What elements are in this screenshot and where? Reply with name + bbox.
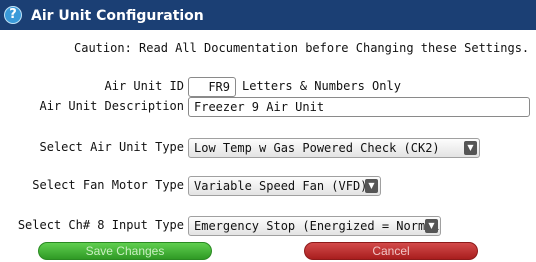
title-bar: ? Air Unit Configuration bbox=[0, 0, 536, 30]
fan-motor-label: Select Fan Motor Type bbox=[32, 178, 184, 192]
chevron-down-icon: ▼ bbox=[464, 141, 477, 155]
ch8-input-label: Select Ch# 8 Input Type bbox=[17, 218, 184, 232]
unit-type-value: Low Temp w Gas Powered Check (CK2) bbox=[194, 141, 440, 155]
help-icon[interactable]: ? bbox=[4, 6, 22, 24]
unit-type-label: Select Air Unit Type bbox=[39, 140, 185, 154]
description-input[interactable]: Freezer 9 Air Unit bbox=[188, 97, 530, 117]
caution-message: Caution: Read All Documentation before C… bbox=[74, 41, 530, 55]
chevron-down-icon: ▼ bbox=[365, 179, 378, 193]
ch8-input-value: Emergency Stop (Energized = Normal) bbox=[194, 219, 441, 233]
save-changes-button[interactable]: Save Changes bbox=[38, 242, 212, 260]
unit-type-select[interactable]: Low Temp w Gas Powered Check (CK2) ▼ bbox=[188, 138, 480, 158]
window-title: Air Unit Configuration bbox=[31, 8, 204, 24]
fan-motor-select[interactable]: Variable Speed Fan (VFD) ▼ bbox=[188, 176, 381, 196]
fan-motor-value: Variable Speed Fan (VFD) bbox=[194, 179, 368, 193]
unit-id-hint: Letters & Numbers Only bbox=[242, 79, 401, 93]
cancel-button[interactable]: Cancel bbox=[304, 242, 478, 260]
description-label: Air Unit Description bbox=[39, 99, 185, 113]
ch8-input-select[interactable]: Emergency Stop (Energized = Normal) ▼ bbox=[188, 216, 441, 236]
unit-id-input[interactable]: FR9 bbox=[188, 77, 236, 97]
unit-id-label: Air Unit ID bbox=[104, 79, 184, 93]
chevron-down-icon: ▼ bbox=[425, 219, 438, 233]
